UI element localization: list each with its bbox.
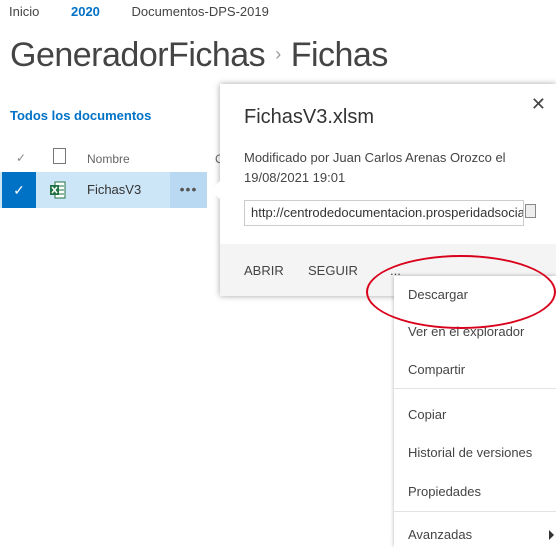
breadcrumb-year[interactable]: 2020 [71, 4, 100, 19]
breadcrumb-home[interactable]: Inicio [9, 4, 39, 19]
menu-item-view-browser[interactable]: Ver en el explorador [408, 324, 524, 339]
callout-title: FichasV3.xlsm [244, 106, 375, 128]
callout-pointer [211, 180, 221, 200]
submenu-arrow-icon [549, 530, 554, 540]
file-name-link[interactable]: FichasV3 [87, 182, 141, 197]
menu-item-version-history[interactable]: Historial de versiones [408, 445, 532, 460]
list-header: ✓ Nombre C [0, 146, 230, 170]
section-title: Fichas [290, 36, 389, 74]
more-actions-menu: Descargar Ver en el explorador Compartir… [394, 276, 556, 547]
menu-item-properties[interactable]: Propiedades [408, 484, 481, 499]
menu-divider [394, 511, 556, 512]
modified-info: Modificado por Juan Carlos Arenas Orozco… [244, 150, 506, 185]
menu-item-advanced[interactable]: Avanzadas [408, 527, 472, 542]
column-name-header[interactable]: Nombre [87, 152, 130, 166]
url-field[interactable]: http://centrodedocumentacion.prosperidad… [244, 200, 524, 226]
close-icon[interactable]: ✕ [531, 94, 546, 115]
file-type-icon [53, 148, 66, 164]
breadcrumb: Inicio 2020 Documentos-DPS-2019 [9, 4, 297, 19]
view-all-documents[interactable]: Todos los documentos [10, 108, 151, 123]
copy-url-icon[interactable] [525, 204, 536, 218]
more-options-button[interactable]: ••• [170, 172, 207, 208]
title-separator: › [275, 44, 281, 64]
file-callout: FichasV3.xlsm ✕ Modificado por Juan Carl… [211, 84, 556, 296]
row-check-icon[interactable]: ✓ [2, 172, 36, 208]
excel-file-icon [50, 181, 66, 199]
breadcrumb-library[interactable]: Documentos-DPS-2019 [132, 4, 269, 19]
menu-item-share[interactable]: Compartir [408, 362, 465, 377]
menu-item-download[interactable]: Descargar [408, 287, 468, 302]
page-title: GeneradorFichas › Fichas [10, 36, 388, 75]
table-row[interactable]: ✓ FichasV3 ••• [0, 172, 207, 208]
site-title[interactable]: GeneradorFichas [10, 36, 266, 74]
menu-divider [394, 388, 556, 389]
menu-item-copy[interactable]: Copiar [408, 407, 446, 422]
select-all-check-icon[interactable]: ✓ [16, 151, 26, 165]
follow-button[interactable]: SEGUIR [308, 263, 358, 278]
open-button[interactable]: ABRIR [244, 263, 284, 278]
